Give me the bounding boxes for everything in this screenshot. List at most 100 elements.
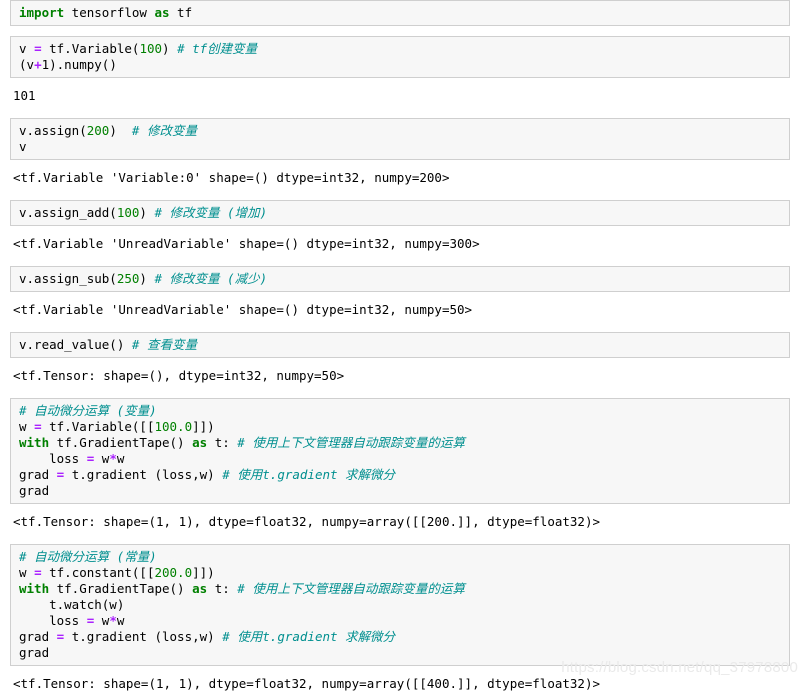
code-line: with tf.GradientTape() as t: # 使用上下文管理器自… [19,435,783,451]
token-cmt: # 使用t.gradient 求解微分 [222,467,396,482]
token-plain: t.watch(w) [19,597,125,612]
code-cell[interactable]: v = tf.Variable(100) # tf创建变量 (v+1).numpy… [10,36,790,78]
token-plain: <tf.Variable 'UnreadVariable' shape=() d… [13,236,480,251]
output-line: <tf.Tensor: shape=(), dtype=int32, numpy… [13,368,794,384]
code-line: grad [19,483,783,499]
token-plain: (v [19,57,35,72]
token-plain: tf.GradientTape() [49,435,193,450]
code-line: with tf.GradientTape() as t: # 使用上下文管理器自… [19,581,783,597]
token-cmt: # 使用上下文管理器自动跟踪变量的运算 [237,581,465,596]
token-op: * [109,451,117,466]
token-op: = [34,41,42,56]
output-cell: <tf.Tensor: shape=(), dtype=int32, numpy… [0,364,800,388]
token-plain: tf.Variable( [41,41,140,56]
token-plain: v.assign( [19,123,87,138]
token-num: 100.0 [154,419,193,434]
token-plain: t.gradient (loss,w) [64,467,223,482]
code-line: v.assign_add(100) # 修改变量 (增加) [19,205,783,221]
token-cmt: # 自动微分运算 (变量) [19,403,157,418]
code-cell[interactable]: v.assign_sub(250) # 修改变量 (减少) [10,266,790,292]
output-cell: <tf.Tensor: shape=(1, 1), dtype=float32,… [0,672,800,696]
token-cmt: # 修改变量 (减少) [154,271,268,286]
token-plain: w [116,451,125,466]
token-num: 200.0 [154,565,193,580]
token-plain: w [19,565,35,580]
code-cell[interactable]: v.assign(200) # 修改变量 v [10,118,790,160]
token-num: 100 [116,205,140,220]
code-cell[interactable]: import tensorflow as tf [10,0,790,26]
code-line: v = tf.Variable(100) # tf创建变量 [19,41,783,57]
token-plain: w [94,613,110,628]
token-plain: tf.Variable([[ [41,419,155,434]
token-cmt: # 查看变量 [131,337,197,352]
token-kw: as [192,581,208,596]
output-line: <tf.Variable 'UnreadVariable' shape=() d… [13,302,794,318]
output-line: <tf.Variable 'UnreadVariable' shape=() d… [13,236,794,252]
code-line: v.assign_sub(250) # 修改变量 (减少) [19,271,783,287]
code-line: grad [19,645,783,661]
token-plain: w [116,613,125,628]
code-cell[interactable]: # 自动微分运算 (常量) w = tf.constant([[200.0]]) w… [10,544,790,666]
token-kw: as [154,5,170,20]
code-line: grad = t.gradient (loss,w) # 使用t.gradien… [19,629,783,645]
cell-spacer [0,26,800,36]
code-line: loss = w*w [19,451,783,467]
code-cell[interactable]: v.read_value() # 查看变量 [10,332,790,358]
cell-spacer [0,534,800,544]
code-line: v [19,139,783,155]
token-plain: t.gradient (loss,w) [64,629,223,644]
token-plain: ) [162,41,178,56]
code-cell[interactable]: # 自动微分运算 (变量) w = tf.Variable([[100.0]]) w… [10,398,790,504]
output-cell: <tf.Variable 'UnreadVariable' shape=() d… [0,232,800,256]
output-line: <tf.Variable 'Variable:0' shape=() dtype… [13,170,794,186]
token-plain: grad [19,629,57,644]
token-plain: ) [139,271,155,286]
code-line: w = tf.constant([[200.0]]) [19,565,783,581]
token-plain: loss [19,613,87,628]
code-line: grad = t.gradient (loss,w) # 使用t.gradien… [19,467,783,483]
token-plain: v [19,41,35,56]
code-line: # 自动微分运算 (变量) [19,403,783,419]
token-plain: tensorflow [64,5,155,20]
code-line: (v+1).numpy() [19,57,783,73]
token-plain: <tf.Tensor: shape=(), dtype=int32, numpy… [13,368,345,383]
code-line: v.assign(200) # 修改变量 [19,123,783,139]
token-kw: import [19,5,65,20]
token-num: 200 [86,123,110,138]
token-plain: tf.constant([[ [41,565,155,580]
token-plain: ) [109,123,132,138]
code-line: t.watch(w) [19,597,783,613]
notebook-container: import tensorflow as tf v = tf.Variable(1… [0,0,800,696]
cell-spacer [0,322,800,332]
token-op: = [34,565,42,580]
token-num: 250 [116,271,140,286]
token-plain: <tf.Tensor: shape=(1, 1), dtype=float32,… [13,514,600,529]
token-plain: v.assign_add( [19,205,117,220]
token-plain: 1).numpy() [41,57,117,72]
token-plain: w [19,419,35,434]
token-plain: ) [139,205,155,220]
code-line: loss = w*w [19,613,783,629]
output-cell: <tf.Variable 'UnreadVariable' shape=() d… [0,298,800,322]
token-cmt: # 修改变量 (增加) [154,205,268,220]
code-cell[interactable]: v.assign_add(100) # 修改变量 (增加) [10,200,790,226]
token-kw: with [19,581,50,596]
token-plain: tf [169,5,193,20]
token-plain: v.assign_sub( [19,271,117,286]
token-cmt: # 修改变量 [131,123,197,138]
token-kw: as [192,435,208,450]
token-plain: grad [19,645,50,660]
token-plain: <tf.Variable 'Variable:0' shape=() dtype… [13,170,450,185]
token-op: + [34,57,42,72]
token-cmt: # 自动微分运算 (常量) [19,549,157,564]
token-plain: ]]) [192,419,215,434]
token-num: 100 [139,41,163,56]
cell-spacer [0,190,800,200]
code-line: # 自动微分运算 (常量) [19,549,783,565]
token-cmt: # 使用t.gradient 求解微分 [222,629,396,644]
code-line: import tensorflow as tf [19,5,783,21]
token-op: = [34,419,42,434]
token-plain: grad [19,483,50,498]
cell-spacer [0,108,800,118]
token-cmt: # 使用上下文管理器自动跟踪变量的运算 [237,435,465,450]
